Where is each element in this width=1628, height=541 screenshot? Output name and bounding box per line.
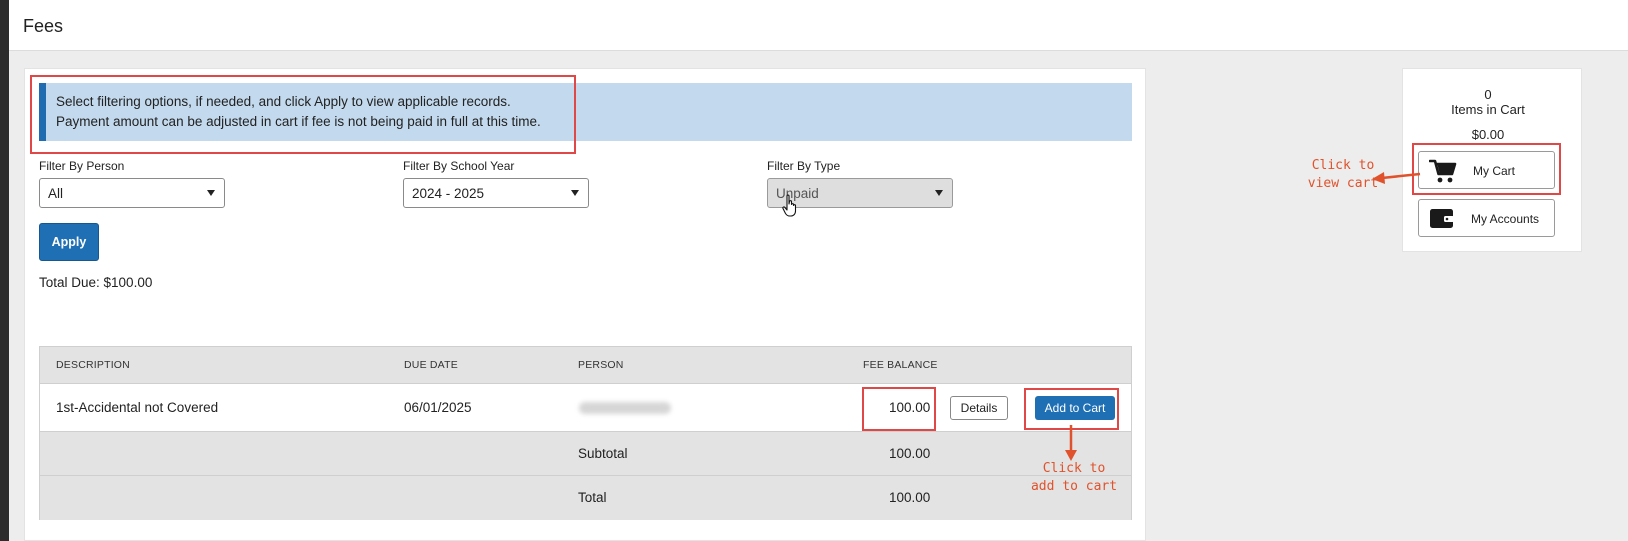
view-cart-arrow	[1381, 172, 1421, 180]
callout-arrows	[1065, 172, 1421, 461]
view-cart-arrowhead	[1372, 172, 1385, 184]
add-to-cart-arrowhead	[1065, 450, 1077, 461]
hand-cursor-icon	[782, 194, 797, 217]
